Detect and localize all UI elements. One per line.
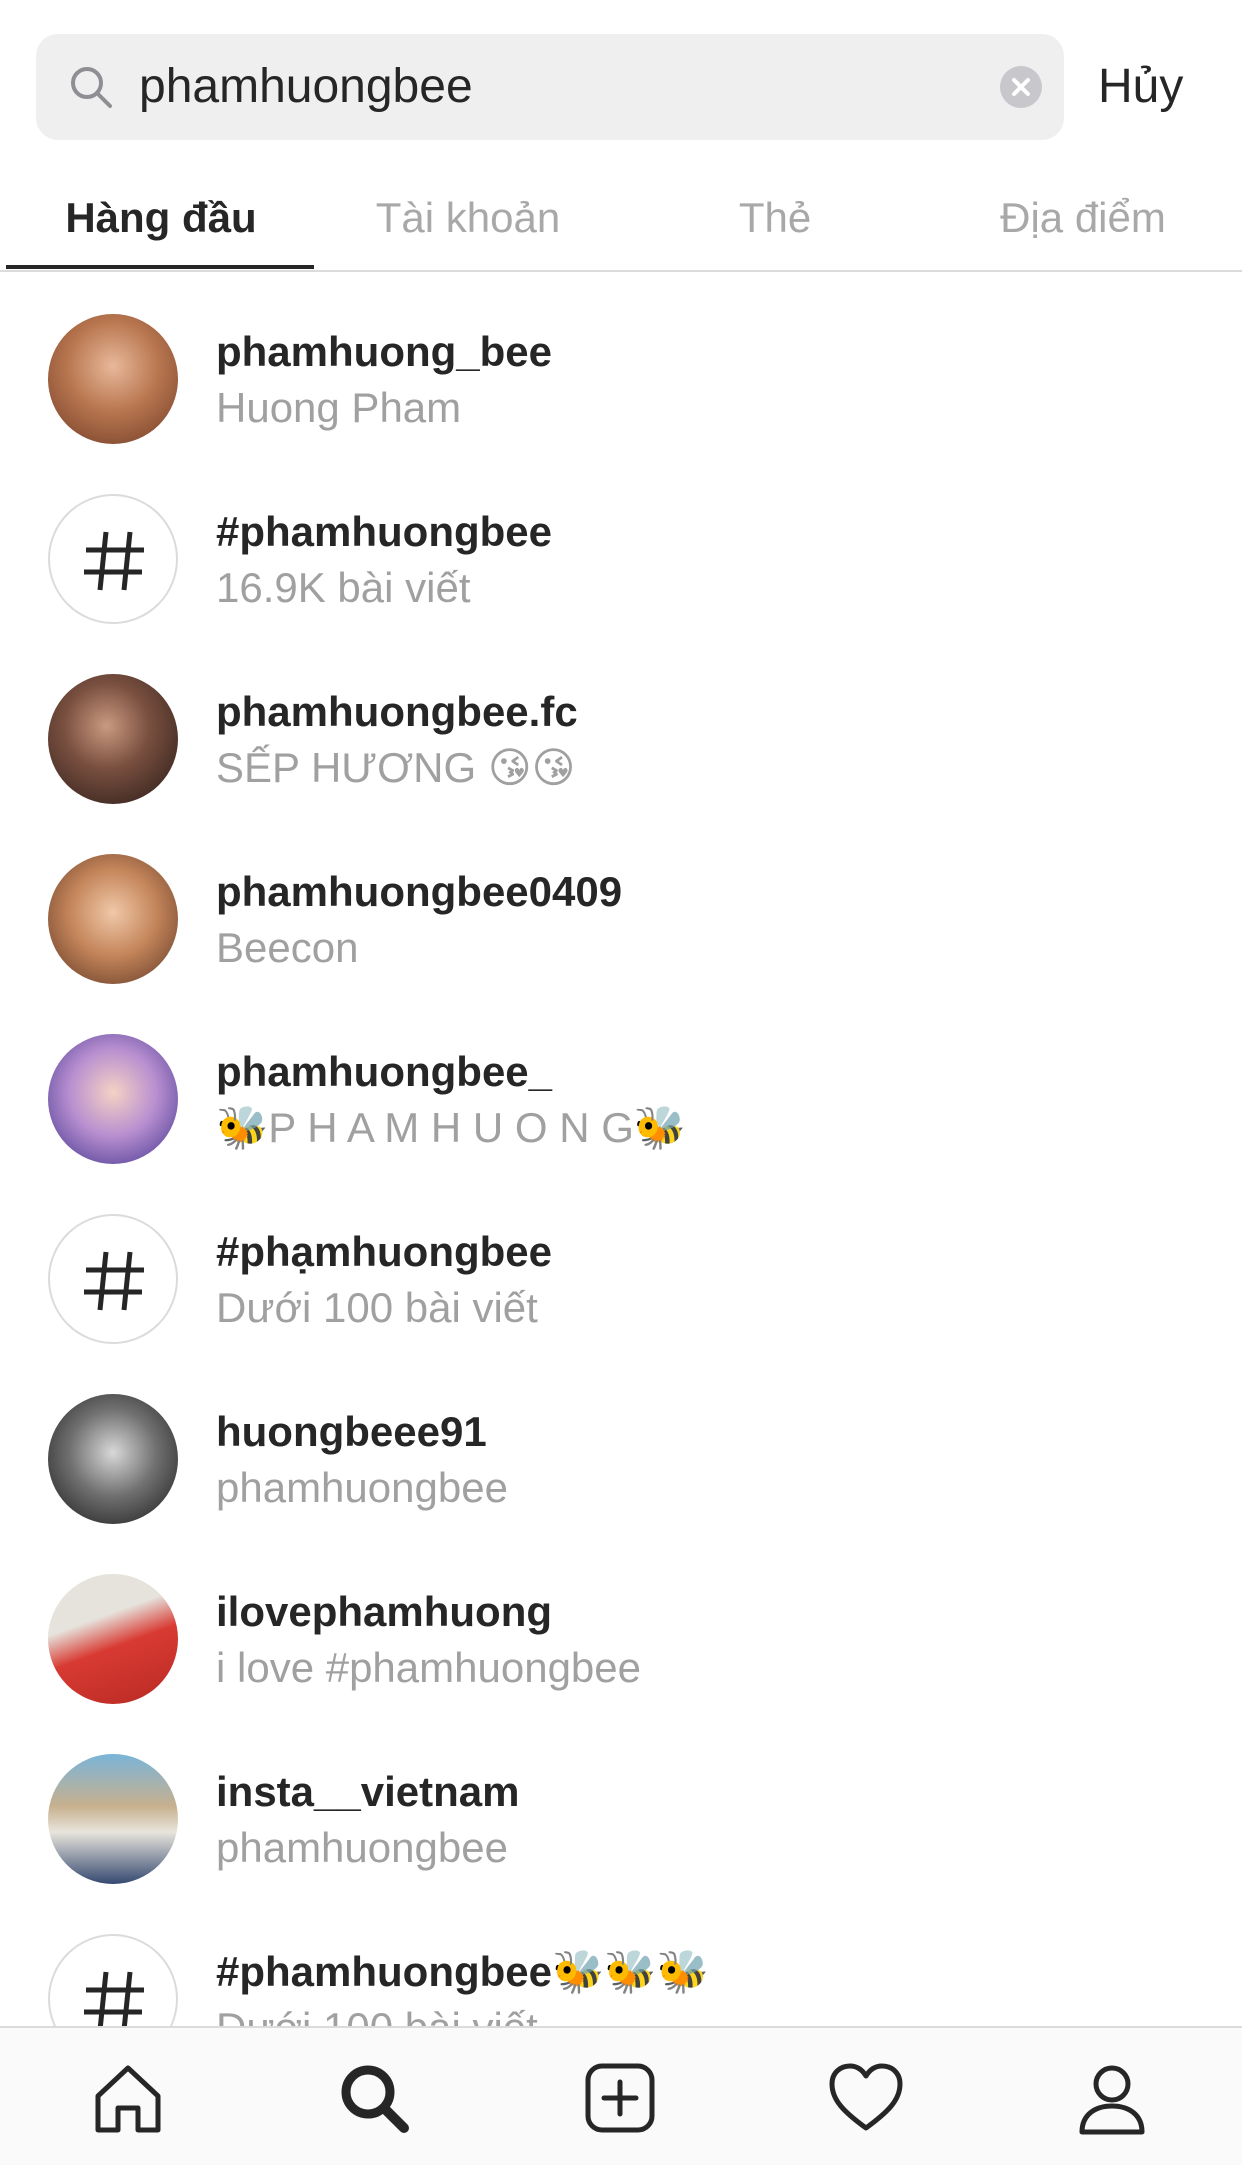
activity-heart-icon[interactable]: [826, 2058, 906, 2138]
list-item[interactable]: insta__vietnam phamhuongbee: [0, 1732, 1242, 1912]
result-subtitle: i love #phamhuongbee: [216, 1644, 642, 1691]
result-subtitle: Dưới 100 bài viết: [216, 2002, 538, 2026]
tab-places[interactable]: Địa điểm: [928, 165, 1238, 270]
hashtag-avatar: [48, 1934, 178, 2026]
list-item[interactable]: #phamhuongbee🐝🐝🐝 Dưới 100 bài viết: [0, 1912, 1242, 2026]
list-item[interactable]: #phamhuongbee 16.9K bài viết: [0, 472, 1242, 652]
search-icon[interactable]: [334, 2058, 414, 2138]
result-subtitle: 16.9K bài viết: [216, 564, 471, 611]
avatar: [48, 314, 178, 444]
cancel-button[interactable]: Hủy: [1098, 58, 1183, 116]
list-item[interactable]: phamhuong_bee Huong Pham: [0, 292, 1242, 472]
result-subtitle: Dưới 100 bài viết: [216, 1284, 538, 1331]
search-header: phamhuongbee Hủy: [0, 0, 1242, 165]
tab-accounts[interactable]: Tài khoản: [313, 165, 623, 270]
clear-search-button[interactable]: [1000, 66, 1042, 108]
result-title: huongbeee91: [216, 1408, 487, 1455]
list-item[interactable]: ilovephamhuong i love #phamhuongbee: [0, 1552, 1242, 1732]
hashtag-avatar: [48, 494, 178, 624]
search-icon: [68, 64, 114, 110]
hashtag-avatar: [48, 1214, 178, 1344]
close-icon: [1012, 78, 1030, 96]
search-field[interactable]: phamhuongbee: [36, 34, 1064, 140]
list-item[interactable]: huongbeee91 phamhuongbee: [0, 1372, 1242, 1552]
result-subtitle: Beecon: [216, 924, 359, 971]
home-icon[interactable]: [88, 2058, 168, 2138]
result-title: phamhuongbee_: [216, 1048, 553, 1095]
hashtag-icon: [84, 1251, 144, 1311]
avatar: [48, 1754, 178, 1884]
list-item[interactable]: #phạmhuongbee Dưới 100 bài viết: [0, 1192, 1242, 1372]
avatar: [48, 674, 178, 804]
avatar: [48, 854, 178, 984]
list-item[interactable]: phamhuongbee.fc SẾP HƯƠNG 😘😘: [0, 652, 1242, 832]
hashtag-icon: [84, 1971, 144, 2026]
result-subtitle: SẾP HƯƠNG 😘😘: [216, 744, 576, 791]
list-item[interactable]: phamhuongbee_ 🐝P H A M H U O N G🐝: [0, 1012, 1242, 1192]
search-results-list: phamhuong_bee Huong Pham #phamhuongbee 1…: [0, 272, 1242, 2026]
bottom-tab-bar: [0, 2026, 1242, 2165]
result-title: insta__vietnam: [216, 1768, 520, 1815]
result-title: phamhuongbee0409: [216, 868, 623, 915]
result-subtitle: phamhuongbee: [216, 1464, 508, 1511]
result-subtitle: Huong Pham: [216, 384, 462, 431]
result-subtitle: phamhuongbee: [216, 1824, 508, 1871]
profile-icon[interactable]: [1072, 2058, 1152, 2138]
active-tab-indicator: [6, 265, 314, 269]
hashtag-icon: [84, 531, 144, 591]
avatar: [48, 1034, 178, 1164]
search-input[interactable]: phamhuongbee: [139, 58, 473, 116]
search-tabs: Hàng đầu Tài khoản Thẻ Địa điểm: [0, 165, 1242, 272]
avatar: [48, 1574, 178, 1704]
result-title: phamhuong_bee: [216, 328, 553, 375]
result-title: #phamhuongbee🐝🐝🐝: [216, 1948, 709, 1995]
tab-tags[interactable]: Thẻ: [620, 165, 930, 270]
result-title: ilovephamhuong: [216, 1588, 552, 1635]
list-item[interactable]: phamhuongbee0409 Beecon: [0, 832, 1242, 1012]
result-title: #phạmhuongbee: [216, 1228, 553, 1275]
avatar: [48, 1394, 178, 1524]
add-post-icon[interactable]: [580, 2058, 660, 2138]
result-title: phamhuongbee.fc: [216, 688, 578, 735]
tab-top[interactable]: Hàng đầu: [6, 165, 316, 270]
result-subtitle: 🐝P H A M H U O N G🐝: [216, 1104, 687, 1151]
result-title: #phamhuongbee: [216, 508, 553, 555]
